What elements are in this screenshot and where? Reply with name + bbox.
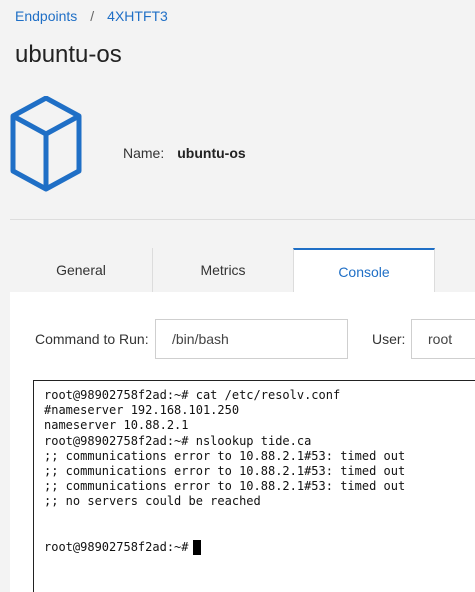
terminal-line: ;; no servers could be reached	[44, 494, 261, 509]
name-label: Name:	[123, 145, 165, 161]
terminal-line: ;; communications error to 10.88.2.1#53:…	[44, 479, 406, 494]
terminal-output[interactable]: root@98902758f2ad:~# cat /etc/resolv.con…	[33, 380, 475, 592]
name-value: ubuntu-os	[177, 145, 246, 161]
terminal-line: #nameserver 192.168.101.250	[44, 403, 240, 418]
command-to-run-label: Command to Run:	[35, 331, 149, 347]
terminal-line: root@98902758f2ad:~# cat /etc/resolv.con…	[44, 388, 341, 402]
breadcrumb-endpoints-link[interactable]: Endpoints	[15, 8, 77, 24]
terminal-line: ;; communications error to 10.88.2.1#53:…	[44, 448, 406, 463]
terminal-prompt-line: root@98902758f2ad:~#	[44, 540, 475, 555]
terminal-line: nameserver 10.88.2.1	[44, 418, 189, 433]
breadcrumb-separator: /	[90, 8, 95, 24]
divider	[10, 219, 475, 220]
user-input[interactable]	[411, 319, 475, 359]
terminal-line: ;; communications error to 10.88.2.1#53:…	[44, 463, 406, 478]
tab-console[interactable]: Console	[293, 248, 435, 293]
tab-metrics[interactable]: Metrics	[153, 248, 293, 292]
terminal-prompt: root@98902758f2ad:~#	[44, 539, 189, 554]
command-input[interactable]	[155, 319, 348, 359]
terminal-line: root@98902758f2ad:~# nslookup tide.ca	[44, 433, 312, 448]
breadcrumb-endpoint-id-link[interactable]: 4XHTFT3	[107, 8, 168, 24]
name-field: Name: ubuntu-os	[123, 145, 246, 161]
user-label: User:	[372, 331, 406, 347]
terminal-cursor	[192, 539, 201, 555]
tab-bar: General Metrics Console	[10, 248, 475, 293]
page-title: ubuntu-os	[15, 41, 122, 68]
cube-icon	[10, 96, 82, 192]
breadcrumb: Endpoints / 4XHTFT3	[15, 8, 168, 24]
tab-general[interactable]: General	[10, 248, 153, 292]
console-panel: Command to Run: User: root@98902758f2ad:…	[10, 292, 475, 592]
